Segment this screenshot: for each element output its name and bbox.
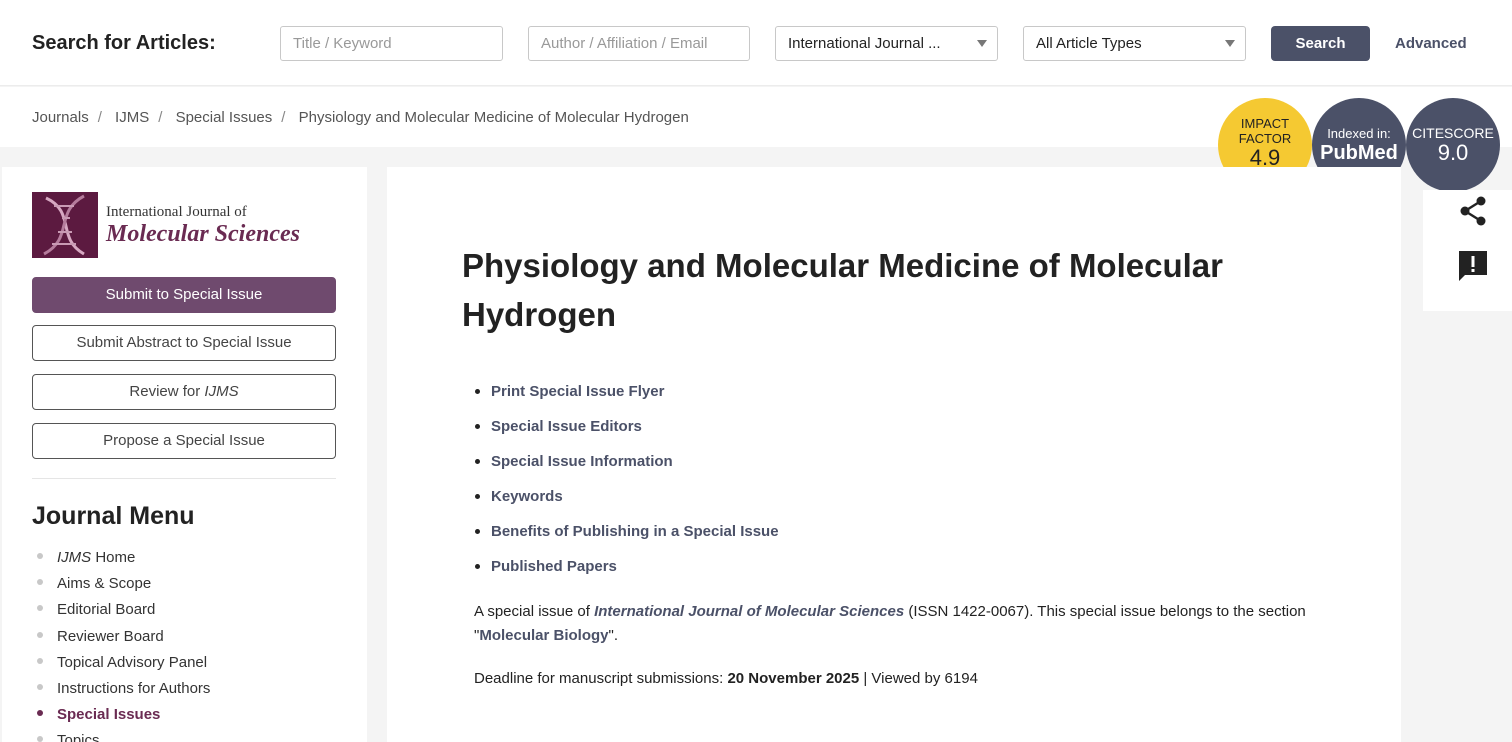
link-special-issue-editors[interactable]: Special Issue Editors (473, 418, 779, 453)
view-count: | Viewed by 6194 (859, 670, 978, 687)
propose-special-issue-button[interactable]: Propose a Special Issue (32, 423, 336, 459)
report-icon[interactable] (1457, 249, 1489, 281)
chevron-down-icon (1225, 40, 1235, 47)
dna-logo-icon (32, 192, 98, 258)
link-published-papers[interactable]: Published Papers (473, 558, 779, 593)
journal-link[interactable]: International Journal of Molecular Scien… (594, 603, 904, 620)
submit-special-issue-button[interactable]: Submit to Special Issue (32, 277, 336, 313)
breadcrumb: Journals / IJMS / Special Issues / Physiolo… (32, 109, 689, 126)
submit-abstract-button[interactable]: Submit Abstract to Special Issue (32, 325, 336, 361)
breadcrumb-special-issues[interactable]: Special Issues (176, 109, 273, 126)
menu-item-special-issues[interactable]: Special Issues (32, 706, 210, 732)
article-type-select[interactable]: All Article Types (1023, 26, 1246, 61)
link-special-issue-information[interactable]: Special Issue Information (473, 453, 779, 488)
breadcrumb-ijms[interactable]: IJMS (115, 109, 149, 126)
menu-item-instructions-for-authors[interactable]: Instructions for Authors (32, 680, 210, 706)
menu-item-editorial-board[interactable]: Editorial Board (32, 601, 210, 627)
author-affiliation-input[interactable]: Author / Affiliation / Email (528, 26, 750, 61)
link-print-flyer[interactable]: Print Special Issue Flyer (473, 383, 779, 418)
citescore-badge[interactable]: CITESCORE 9.0 (1406, 98, 1500, 192)
breadcrumb-current: Physiology and Molecular Medicine of Mol… (298, 109, 689, 126)
section-links: Print Special Issue Flyer Special Issue … (473, 383, 779, 593)
review-for-journal-button[interactable]: Review for IJMS (32, 374, 336, 410)
logo-line-1: International Journal of (106, 204, 247, 220)
breadcrumb-journals[interactable]: Journals (32, 109, 89, 126)
journal-select[interactable]: International Journal ... (775, 26, 998, 61)
menu-item-reviewer-board[interactable]: Reviewer Board (32, 628, 210, 654)
citescore-value: 9.0 (1437, 140, 1469, 165)
chevron-down-icon (977, 40, 987, 47)
share-icon[interactable] (1457, 195, 1489, 227)
advanced-search-link[interactable]: Advanced (1395, 35, 1467, 52)
sidebar: International Journal of Molecular Scien… (2, 167, 367, 742)
special-issue-description: A special issue of International Journal… (474, 603, 1306, 644)
menu-item-topical-advisory-panel[interactable]: Topical Advisory Panel (32, 654, 210, 680)
deadline-date: 20 November 2025 (727, 670, 860, 687)
link-keywords[interactable]: Keywords (473, 488, 779, 523)
link-benefits[interactable]: Benefits of Publishing in a Special Issu… (473, 523, 779, 558)
deadline-info: Deadline for manuscript submissions: 20 … (474, 670, 978, 687)
tool-panel (1423, 190, 1512, 311)
sidebar-divider (32, 478, 336, 479)
menu-item-topics[interactable]: Topics (32, 732, 210, 742)
menu-item-home[interactable]: IJMS Home (32, 549, 210, 575)
search-label: Search for Articles: (32, 32, 216, 54)
section-link[interactable]: Molecular Biology (479, 627, 608, 644)
logo-line-2: Molecular Sciences (106, 221, 300, 247)
search-button[interactable]: Search (1271, 26, 1370, 61)
menu-item-aims-scope[interactable]: Aims & Scope (32, 575, 210, 601)
journal-menu: IJMS Home Aims & Scope Editorial Board R… (32, 549, 210, 742)
journal-logo[interactable]: International Journal of Molecular Scien… (32, 192, 332, 258)
search-bar: Search for Articles: Title / Keyword Aut… (0, 0, 1512, 86)
title-keyword-input[interactable]: Title / Keyword (280, 26, 503, 61)
article-type-value: All Article Types (1036, 35, 1142, 52)
page-title: Physiology and Molecular Medicine of Mol… (462, 247, 1223, 333)
journal-select-value: International Journal ... (788, 35, 941, 52)
journal-menu-title: Journal Menu (32, 502, 195, 530)
main-content: Physiology and Molecular Medicine of Mol… (387, 167, 1401, 742)
